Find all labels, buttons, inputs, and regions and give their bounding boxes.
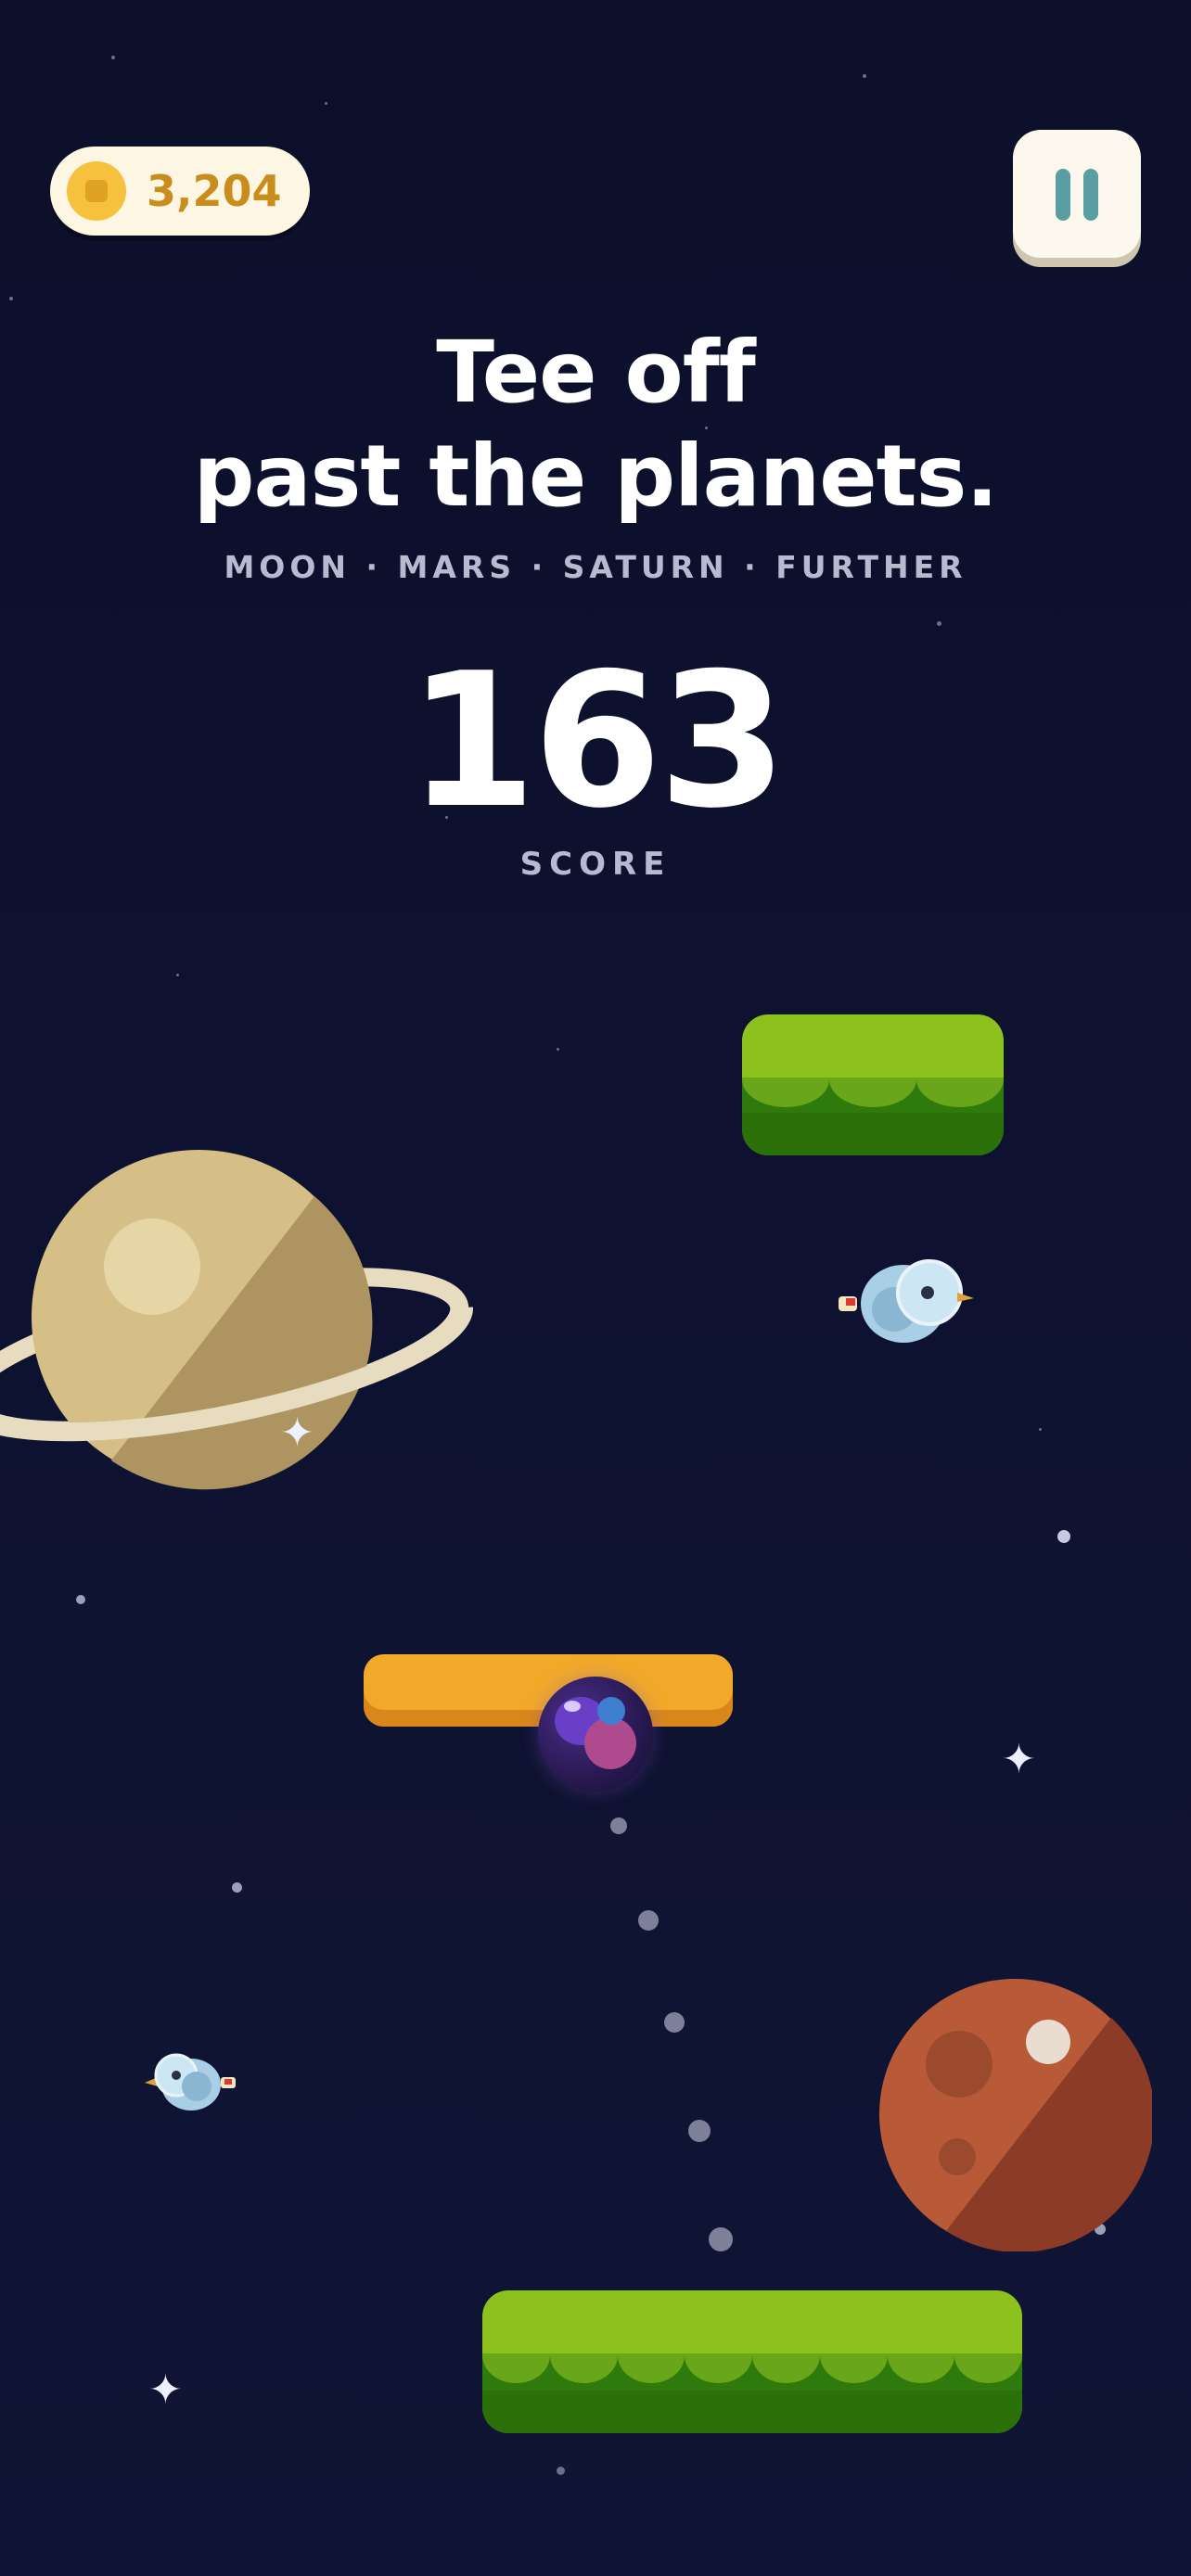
sparkle-icon: ✦ xyxy=(148,2366,183,2414)
score-label: SCORE xyxy=(519,846,672,883)
sparkle-icon: ✦ xyxy=(1002,1736,1036,1783)
sparkle-icon: ✦ xyxy=(280,1409,314,1457)
grass-platform-top xyxy=(742,1014,1004,1155)
astronaut-bird-small xyxy=(145,2053,236,2111)
pause-button[interactable] xyxy=(1013,130,1141,258)
coin-count: 3,204 xyxy=(147,166,282,216)
coin-icon xyxy=(67,161,126,221)
grass-platform-bottom xyxy=(482,2290,1022,2433)
destinations-subtitle: MOON · MARS · SATURN · FURTHER xyxy=(224,549,967,585)
saturn-planet xyxy=(0,1150,474,1490)
score-value: 163 xyxy=(407,633,787,849)
astronaut-bird xyxy=(839,1259,974,1343)
mars-planet xyxy=(879,1979,1152,2251)
headline-line-2: past the planets. xyxy=(193,427,999,526)
golf-ball[interactable] xyxy=(538,1677,653,1792)
coin-counter: 3,204 xyxy=(50,147,310,236)
headline: Tee off past the planets. xyxy=(0,321,1191,529)
headline-line-1: Tee off xyxy=(436,323,756,422)
